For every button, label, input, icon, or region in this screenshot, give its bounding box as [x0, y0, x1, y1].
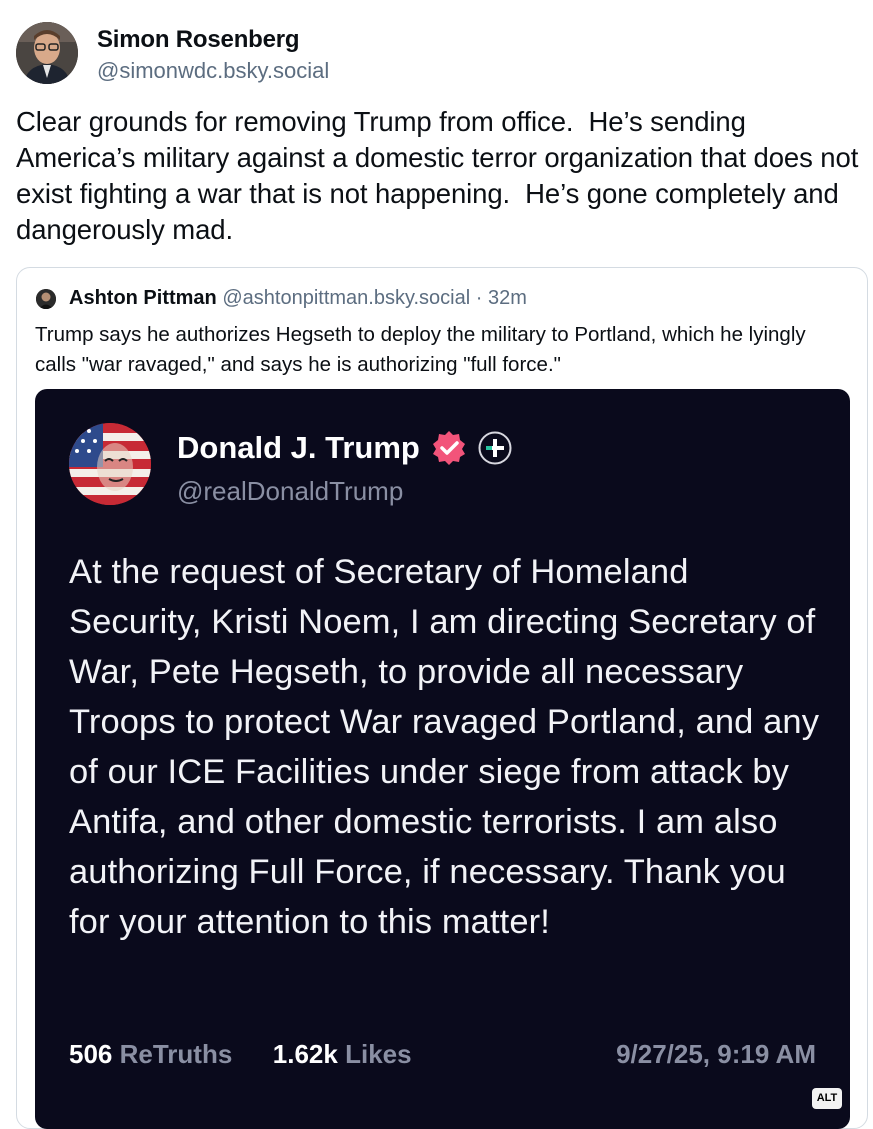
- embed-avatar: [69, 423, 151, 505]
- quote-separator: ·: [475, 287, 483, 309]
- retruths-label: ReTruths: [119, 1039, 233, 1069]
- post-text: Clear grounds for removing Trump from of…: [16, 106, 866, 245]
- embedded-image[interactable]: Donald J. Trump @realDonaldTrump At the …: [35, 389, 850, 1129]
- author-handle[interactable]: @simonwdc.bsky.social: [97, 58, 329, 84]
- embed-author-name: Donald J. Trump: [177, 430, 420, 465]
- author-name[interactable]: Simon Rosenberg: [97, 26, 300, 54]
- quote-meta: Ashton Pittman @ashtonpittman.bsky.socia…: [69, 287, 527, 310]
- verified-badge-icon: [433, 431, 465, 465]
- quote-author-avatar: [36, 289, 56, 309]
- retruths-count: 506: [69, 1039, 113, 1069]
- author-avatar[interactable]: [16, 22, 78, 84]
- quoted-post[interactable]: Ashton Pittman @ashtonpittman.bsky.socia…: [16, 267, 868, 1129]
- likes-label: Likes: [345, 1039, 412, 1069]
- embed-timestamp: 9/27/25, 9:19 AM: [616, 1039, 816, 1069]
- embed-post-text: At the request of Secretary of Homeland …: [69, 553, 820, 941]
- plus-badge-icon: [478, 431, 512, 465]
- alt-text-badge[interactable]: ALT: [812, 1088, 842, 1109]
- quote-text: Trump says he authorizes Hegseth to depl…: [35, 323, 806, 376]
- quote-author-name[interactable]: Ashton Pittman: [69, 287, 217, 309]
- embed-stats: 506 ReTruths 1.62k Likes: [69, 1039, 412, 1070]
- post: Simon Rosenberg @simonwdc.bsky.social Cl…: [0, 0, 873, 1129]
- quote-author-handle[interactable]: @ashtonpittman.bsky.social: [222, 287, 470, 309]
- embed-author-handle: @realDonaldTrump: [177, 476, 404, 506]
- likes-count: 1.62k: [272, 1039, 338, 1069]
- quote-time[interactable]: 32m: [488, 287, 527, 309]
